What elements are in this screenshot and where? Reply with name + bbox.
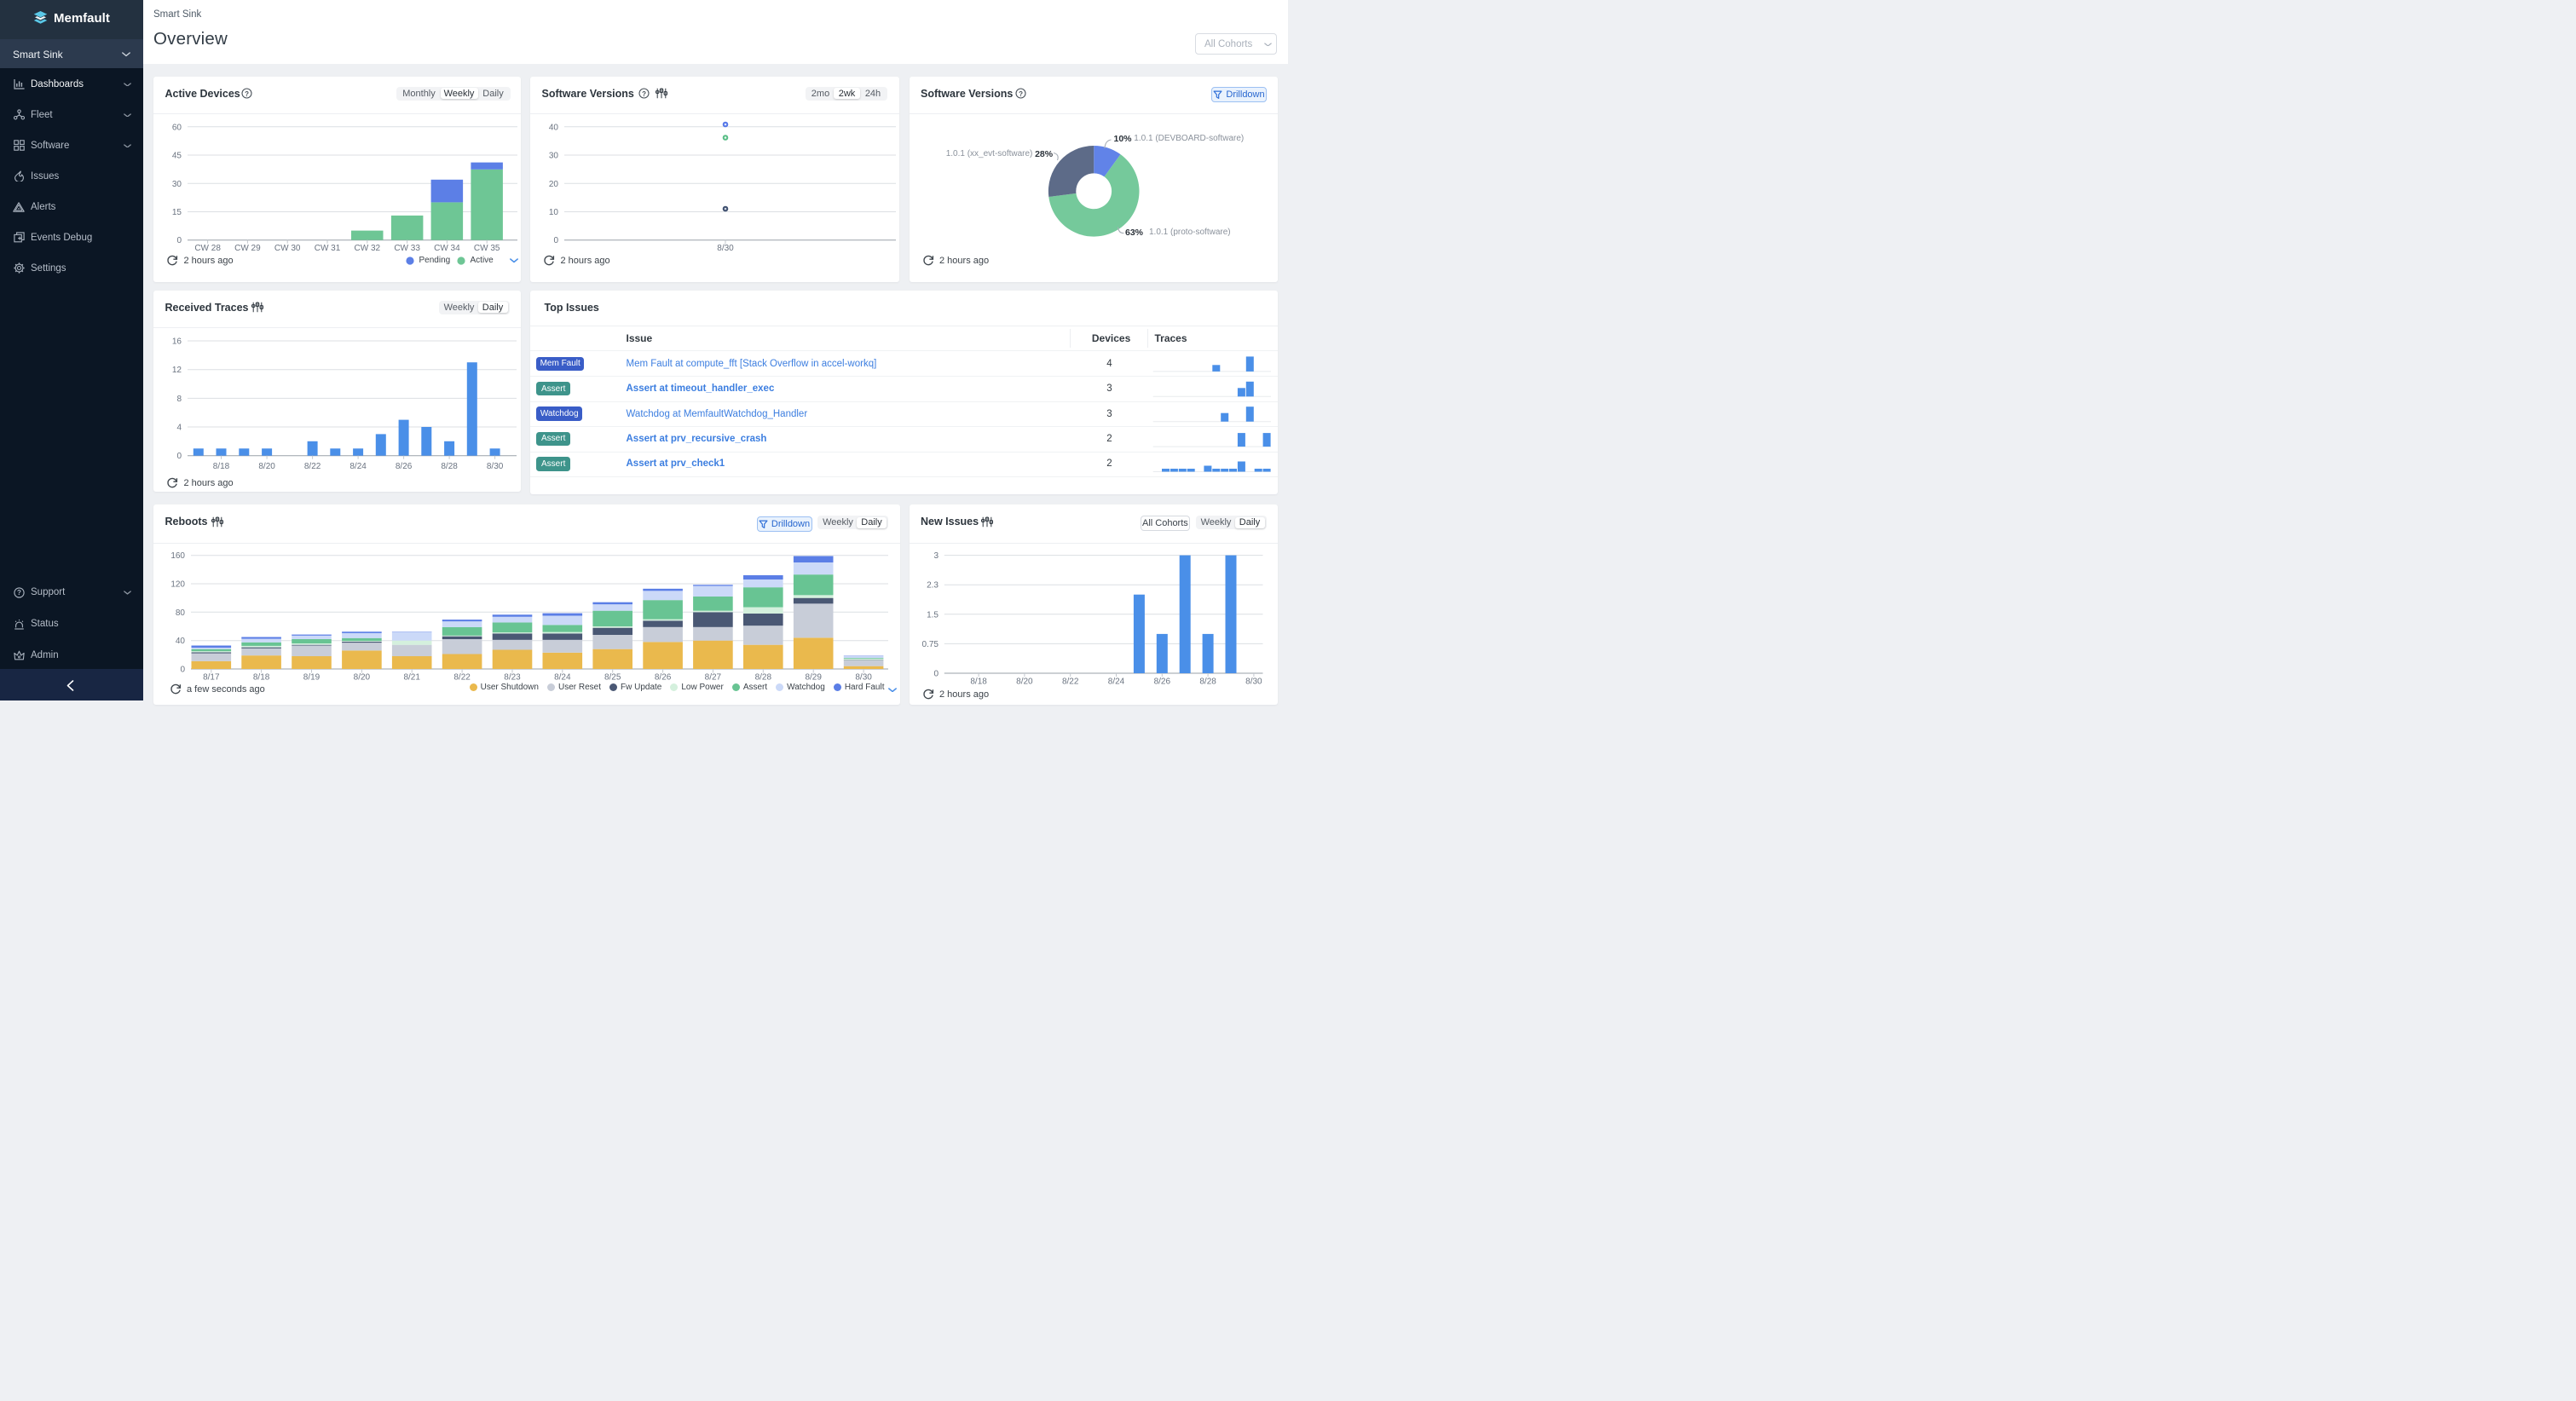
svg-text:8/22: 8/22 [453,673,471,683]
svg-text:8/18: 8/18 [970,677,987,686]
svg-text:0: 0 [176,452,182,461]
svg-text:8/27: 8/27 [705,673,722,683]
svg-text:8: 8 [176,395,182,404]
svg-text:8/26: 8/26 [1153,677,1170,686]
svg-text:8/26: 8/26 [396,462,413,471]
svg-text:8/28: 8/28 [1199,677,1216,686]
svg-text:0.75: 0.75 [921,640,939,649]
svg-text:8/24: 8/24 [554,673,571,683]
svg-text:4: 4 [176,424,182,433]
svg-text:80: 80 [176,608,186,618]
svg-text:8/26: 8/26 [655,673,672,683]
svg-text:8/20: 8/20 [1016,677,1033,686]
svg-text:8/24: 8/24 [349,462,367,471]
svg-text:8/30: 8/30 [717,244,734,253]
svg-text:8/28: 8/28 [441,462,458,471]
svg-text:20: 20 [549,179,559,188]
svg-text:2.3: 2.3 [927,581,939,591]
svg-text:0: 0 [553,236,558,245]
svg-text:8/22: 8/22 [1061,677,1078,686]
svg-text:10: 10 [549,208,559,217]
svg-text:8/29: 8/29 [805,673,822,683]
svg-text:8/24: 8/24 [1107,677,1124,686]
svg-text:0: 0 [180,666,185,675]
svg-text:8/30: 8/30 [487,462,504,471]
svg-text:0: 0 [933,670,939,679]
svg-text:8/30: 8/30 [855,673,872,683]
svg-text:8/20: 8/20 [258,462,275,471]
svg-text:12: 12 [172,366,182,375]
svg-text:8/23: 8/23 [504,673,521,683]
svg-text:120: 120 [170,580,185,590]
svg-text:8/21: 8/21 [403,673,420,683]
svg-text:40: 40 [549,123,559,132]
svg-text:16: 16 [172,337,182,347]
svg-text:8/28: 8/28 [755,673,772,683]
svg-text:40: 40 [176,637,186,646]
svg-text:8/25: 8/25 [604,673,621,683]
svg-text:8/22: 8/22 [304,462,321,471]
svg-text:1.5: 1.5 [927,610,939,620]
svg-text:8/18: 8/18 [213,462,230,471]
svg-text:160: 160 [170,551,185,561]
svg-text:8/19: 8/19 [303,673,321,683]
svg-text:3: 3 [933,551,939,561]
svg-text:8/20: 8/20 [354,673,371,683]
svg-text:?: ? [17,589,21,597]
svg-text:30: 30 [549,151,559,160]
svg-text:8/30: 8/30 [1245,677,1262,686]
